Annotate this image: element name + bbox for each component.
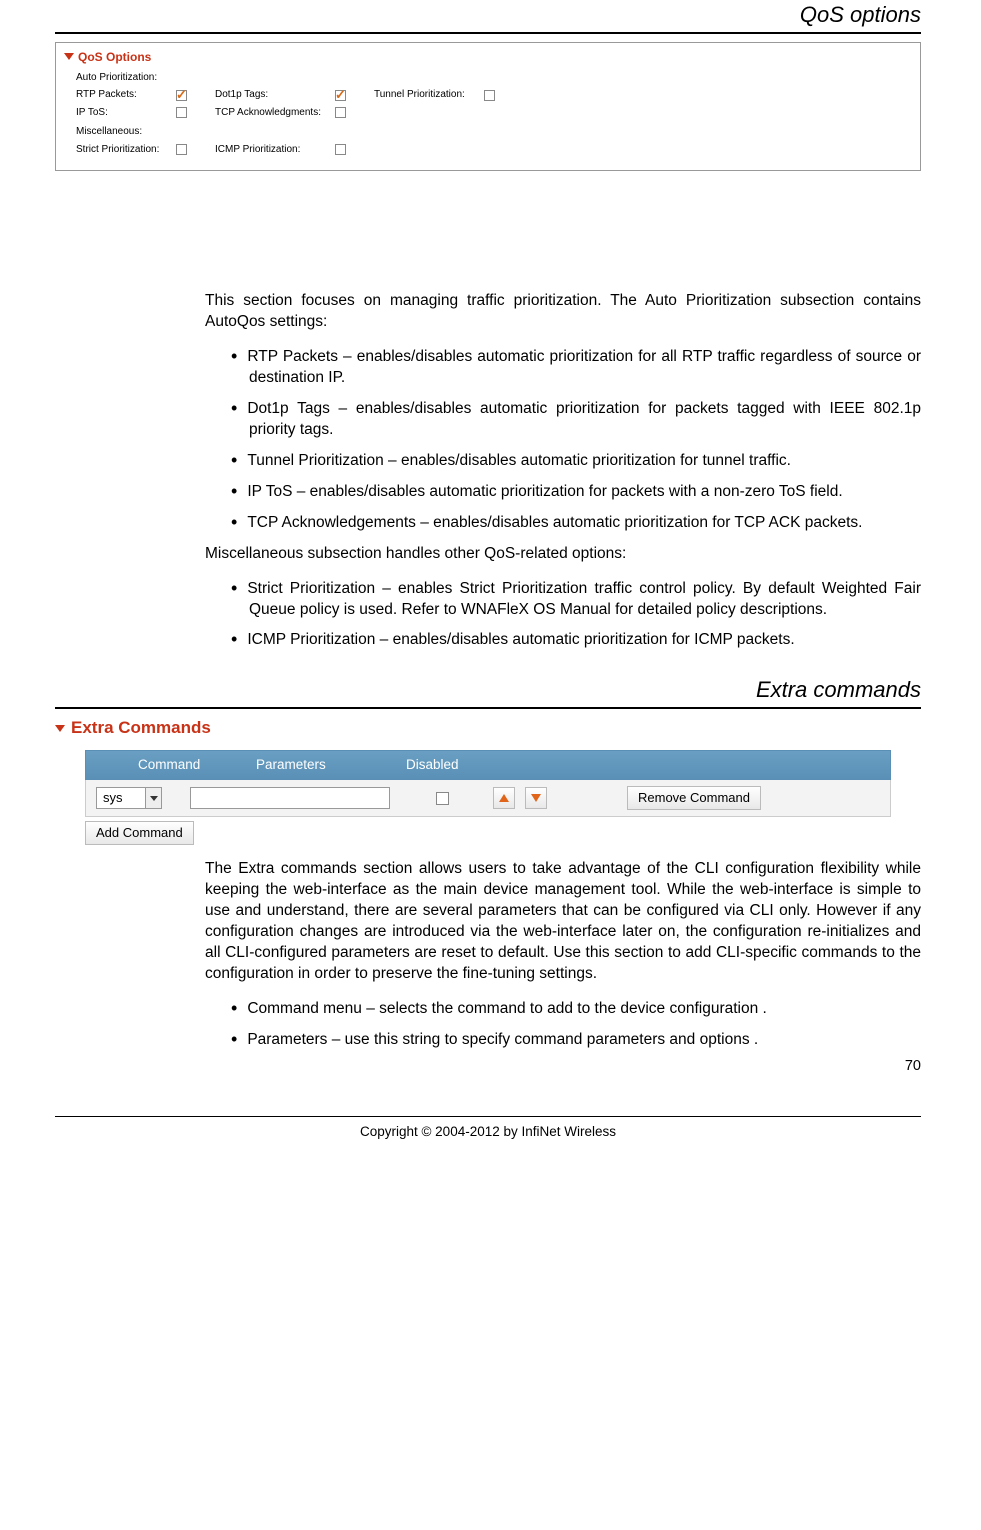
strict-checkbox[interactable] xyxy=(176,144,187,155)
collapse-icon xyxy=(55,725,65,732)
page-number: 70 xyxy=(55,1057,921,1077)
icmp-checkbox[interactable] xyxy=(335,144,346,155)
tcpack-label: TCP Acknowledgments: xyxy=(215,106,335,120)
misc-label: Miscellaneous: xyxy=(76,125,912,139)
dropdown-icon xyxy=(145,788,161,808)
move-down-button[interactable] xyxy=(525,787,547,809)
dot1p-label: Dot1p Tags: xyxy=(215,88,335,102)
command-select-value: sys xyxy=(97,789,145,807)
collapse-icon xyxy=(64,53,74,60)
remove-command-button[interactable]: Remove Command xyxy=(627,786,761,810)
auto-prioritization-label: Auto Prioritization: xyxy=(76,71,912,85)
list-item: Tunnel Prioritization – enables/disables… xyxy=(217,447,921,472)
misc-bullet-list: Strict Prioritization – enables Strict P… xyxy=(205,575,921,652)
list-item: IP ToS – enables/disables automatic prio… xyxy=(217,478,921,503)
table-header: Command Parameters Disabled xyxy=(85,750,891,780)
extra-bullet-list: Command menu – selects the command to ad… xyxy=(205,995,921,1051)
dot1p-checkbox[interactable] xyxy=(335,90,346,101)
col-command: Command xyxy=(86,756,256,774)
list-item: RTP Packets – enables/disables automatic… xyxy=(217,343,921,389)
col-disabled: Disabled xyxy=(406,756,526,774)
extra-panel-title-text: Extra Commands xyxy=(71,717,211,740)
tunnel-label: Tunnel Prioritization: xyxy=(374,88,484,102)
qos-options-panel: QoS Options Auto Prioritization: RTP Pac… xyxy=(55,42,921,172)
move-up-button[interactable] xyxy=(493,787,515,809)
table-row: sys Remove Command xyxy=(85,780,891,817)
tcpack-checkbox[interactable] xyxy=(335,107,346,118)
extra-panel-title: Extra Commands xyxy=(55,717,921,740)
rtp-label: RTP Packets: xyxy=(76,88,176,102)
extra-paragraph: The Extra commands section allows users … xyxy=(205,859,921,985)
disabled-checkbox[interactable] xyxy=(436,792,449,805)
qos-panel-title-text: QoS Options xyxy=(78,49,151,65)
iptos-checkbox[interactable] xyxy=(176,107,187,118)
section-header-extra: Extra commands xyxy=(55,675,921,709)
list-item: TCP Acknowledgements – enables/disables … xyxy=(217,509,921,534)
rtp-checkbox[interactable] xyxy=(176,90,187,101)
strict-label: Strict Prioritization: xyxy=(76,143,176,157)
parameters-input[interactable] xyxy=(190,787,390,809)
list-item: Dot1p Tags – enables/disables automatic … xyxy=(217,395,921,441)
section-header-qos: QoS options xyxy=(55,0,921,34)
add-command-button[interactable]: Add Command xyxy=(85,821,194,845)
tunnel-checkbox[interactable] xyxy=(484,90,495,101)
misc-intro-text: Miscellaneous subsection handles other Q… xyxy=(205,544,921,565)
list-item: Command menu – selects the command to ad… xyxy=(217,995,921,1020)
list-item: ICMP Prioritization – enables/disables a… xyxy=(217,626,921,651)
iptos-label: IP ToS: xyxy=(76,106,176,120)
copyright-footer: Copyright © 2004-2012 by InfiNet Wireles… xyxy=(55,1116,921,1141)
list-item: Strict Prioritization – enables Strict P… xyxy=(217,575,921,621)
list-item: Parameters – use this string to specify … xyxy=(217,1026,921,1051)
qos-panel-title: QoS Options xyxy=(64,49,912,65)
qos-intro-text: This section focuses on managing traffic… xyxy=(205,291,921,333)
icmp-label: ICMP Prioritization: xyxy=(215,143,335,157)
qos-bullet-list: RTP Packets – enables/disables automatic… xyxy=(205,343,921,533)
arrow-down-icon xyxy=(531,794,541,802)
extra-commands-panel: Extra Commands Command Parameters Disabl… xyxy=(55,717,921,845)
arrow-up-icon xyxy=(499,794,509,802)
col-parameters: Parameters xyxy=(256,756,406,774)
command-select[interactable]: sys xyxy=(96,787,162,809)
